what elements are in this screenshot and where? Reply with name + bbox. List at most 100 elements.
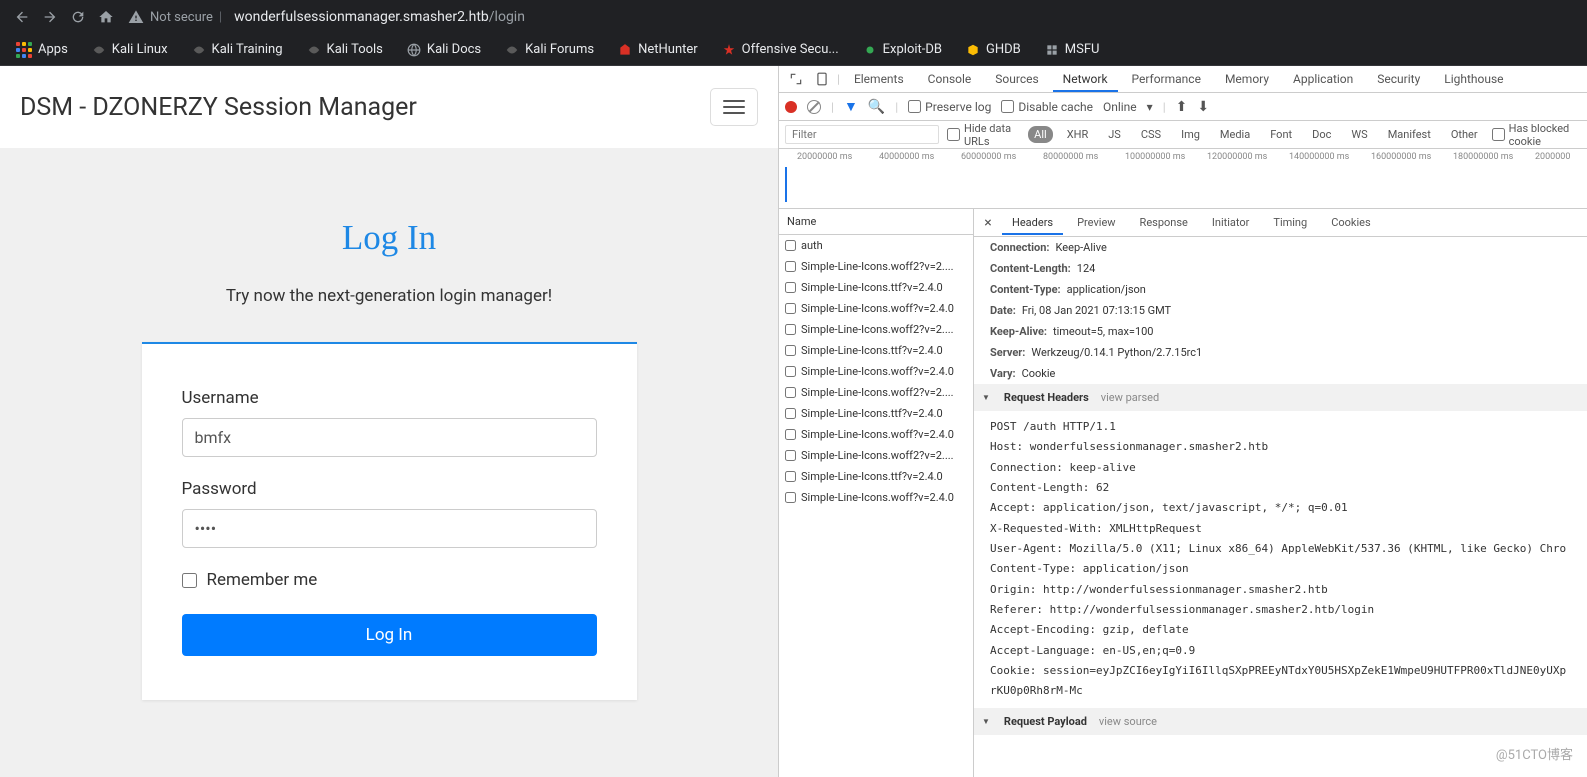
search-icon[interactable]: 🔍 bbox=[868, 99, 885, 115]
request-checkbox[interactable] bbox=[785, 303, 796, 314]
bookmark-offensive[interactable]: Offensive Secu... bbox=[714, 38, 847, 61]
bookmark-kali-training[interactable]: Kali Training bbox=[184, 38, 291, 61]
tab-security[interactable]: Security bbox=[1367, 66, 1430, 92]
tab-sources[interactable]: Sources bbox=[985, 66, 1048, 92]
request-item[interactable]: Simple-Line-Icons.woff2?v=2.... bbox=[779, 382, 973, 403]
tab-performance[interactable]: Performance bbox=[1122, 66, 1211, 92]
detail-tab-headers[interactable]: Headers bbox=[1002, 210, 1063, 235]
filter-css[interactable]: CSS bbox=[1135, 126, 1167, 143]
login-subtitle: Try now the next-generation login manage… bbox=[0, 286, 778, 306]
detail-tab-initiator[interactable]: Initiator bbox=[1202, 210, 1260, 235]
timeline-tick: 60000000 ms bbox=[961, 152, 1016, 162]
request-item[interactable]: Simple-Line-Icons.woff?v=2.4.0 bbox=[779, 361, 973, 382]
request-checkbox[interactable] bbox=[785, 429, 796, 440]
password-input[interactable] bbox=[182, 509, 597, 548]
request-headers-section[interactable]: Request Headers view parsed bbox=[974, 384, 1587, 411]
tab-elements[interactable]: Elements bbox=[844, 66, 914, 92]
request-checkbox[interactable] bbox=[785, 450, 796, 461]
request-item[interactable]: Simple-Line-Icons.ttf?v=2.4.0 bbox=[779, 277, 973, 298]
network-timeline[interactable]: 20000000 ms40000000 ms60000000 ms8000000… bbox=[779, 149, 1587, 209]
request-checkbox[interactable] bbox=[785, 345, 796, 356]
close-icon[interactable]: × bbox=[978, 215, 998, 231]
request-checkbox[interactable] bbox=[785, 387, 796, 398]
tab-lighthouse[interactable]: Lighthouse bbox=[1434, 66, 1513, 92]
filter-img[interactable]: Img bbox=[1175, 126, 1206, 143]
home-button[interactable] bbox=[92, 3, 120, 31]
detail-tab-cookies[interactable]: Cookies bbox=[1321, 210, 1380, 235]
tab-network[interactable]: Network bbox=[1053, 66, 1118, 92]
tab-memory[interactable]: Memory bbox=[1215, 66, 1279, 92]
apps-icon bbox=[16, 42, 32, 58]
filter-xhr[interactable]: XHR bbox=[1061, 126, 1095, 143]
request-item[interactable]: Simple-Line-Icons.woff?v=2.4.0 bbox=[779, 487, 973, 508]
request-checkbox[interactable] bbox=[785, 492, 796, 503]
bookmark-exploit-db[interactable]: Exploit-DB bbox=[855, 38, 950, 61]
upload-icon[interactable]: ⬆ bbox=[1176, 99, 1188, 115]
filter-media[interactable]: Media bbox=[1214, 126, 1256, 143]
device-icon[interactable] bbox=[811, 68, 833, 90]
filter-input[interactable] bbox=[785, 125, 939, 144]
username-input[interactable] bbox=[182, 418, 597, 457]
bookmark-nethunter[interactable]: NetHunter bbox=[610, 38, 706, 61]
filter-js[interactable]: JS bbox=[1102, 126, 1127, 143]
disable-cache-checkbox[interactable] bbox=[1001, 100, 1014, 113]
bookmark-kali-linux[interactable]: Kali Linux bbox=[84, 38, 176, 61]
reload-button[interactable] bbox=[64, 3, 92, 31]
timeline-tick: 180000000 ms bbox=[1453, 152, 1513, 162]
forward-button[interactable] bbox=[36, 3, 64, 31]
request-checkbox[interactable] bbox=[785, 471, 796, 482]
filter-font[interactable]: Font bbox=[1264, 126, 1298, 143]
view-parsed-link[interactable]: view parsed bbox=[1101, 391, 1159, 404]
download-icon[interactable]: ⬇ bbox=[1197, 99, 1209, 115]
request-item[interactable]: Simple-Line-Icons.woff2?v=2.... bbox=[779, 319, 973, 340]
request-checkbox[interactable] bbox=[785, 324, 796, 335]
request-item[interactable]: Simple-Line-Icons.ttf?v=2.4.0 bbox=[779, 340, 973, 361]
request-item[interactable]: Simple-Line-Icons.woff2?v=2.... bbox=[779, 256, 973, 277]
login-button[interactable]: Log In bbox=[182, 614, 597, 656]
request-item[interactable]: Simple-Line-Icons.woff?v=2.4.0 bbox=[779, 298, 973, 319]
bookmark-kali-forums[interactable]: Kali Forums bbox=[497, 38, 602, 61]
inspect-icon[interactable] bbox=[785, 68, 807, 90]
filter-other[interactable]: Other bbox=[1445, 126, 1484, 143]
bookmark-ghdb[interactable]: GHDB bbox=[958, 38, 1029, 61]
request-name: Simple-Line-Icons.ttf?v=2.4.0 bbox=[801, 407, 943, 420]
detail-tab-response[interactable]: Response bbox=[1130, 210, 1198, 235]
tab-console[interactable]: Console bbox=[918, 66, 982, 92]
request-item[interactable]: Simple-Line-Icons.ttf?v=2.4.0 bbox=[779, 466, 973, 487]
preserve-log-checkbox[interactable] bbox=[908, 100, 921, 113]
bookmark-kali-tools[interactable]: Kali Tools bbox=[299, 38, 391, 61]
remember-checkbox[interactable] bbox=[182, 573, 197, 588]
request-item[interactable]: Simple-Line-Icons.ttf?v=2.4.0 bbox=[779, 403, 973, 424]
record-button[interactable] bbox=[785, 101, 797, 113]
request-checkbox[interactable] bbox=[785, 240, 796, 251]
apps-bookmark[interactable]: Apps bbox=[8, 38, 76, 62]
chevron-down-icon[interactable]: ▾ bbox=[1147, 100, 1153, 114]
request-checkbox[interactable] bbox=[785, 408, 796, 419]
has-blocked-checkbox[interactable] bbox=[1492, 128, 1505, 141]
security-indicator[interactable]: Not secure | wonderfulsessionmanager.sma… bbox=[128, 9, 525, 25]
request-item[interactable]: Simple-Line-Icons.woff?v=2.4.0 bbox=[779, 424, 973, 445]
tab-application[interactable]: Application bbox=[1283, 66, 1363, 92]
view-source-link[interactable]: view source bbox=[1099, 715, 1157, 728]
back-button[interactable] bbox=[8, 3, 36, 31]
filter-icon[interactable]: ▼ bbox=[844, 98, 858, 115]
request-checkbox[interactable] bbox=[785, 282, 796, 293]
filter-manifest[interactable]: Manifest bbox=[1382, 126, 1437, 143]
request-item[interactable]: Simple-Line-Icons.woff2?v=2.... bbox=[779, 445, 973, 466]
hamburger-menu[interactable] bbox=[710, 88, 758, 126]
bookmark-msfu[interactable]: MSFU bbox=[1037, 38, 1108, 61]
clear-button[interactable] bbox=[807, 100, 821, 114]
hide-data-urls-checkbox[interactable] bbox=[947, 128, 960, 141]
request-item[interactable]: auth bbox=[779, 235, 973, 256]
detail-tab-timing[interactable]: Timing bbox=[1263, 210, 1317, 235]
request-payload-section[interactable]: Request Payload view source bbox=[974, 708, 1587, 735]
online-selector[interactable]: Online bbox=[1103, 100, 1137, 114]
filter-all[interactable]: All bbox=[1028, 126, 1053, 143]
filter-doc[interactable]: Doc bbox=[1306, 126, 1337, 143]
name-column-header[interactable]: Name bbox=[779, 209, 973, 235]
bookmark-kali-docs[interactable]: Kali Docs bbox=[399, 38, 489, 61]
request-checkbox[interactable] bbox=[785, 366, 796, 377]
request-checkbox[interactable] bbox=[785, 261, 796, 272]
filter-ws[interactable]: WS bbox=[1345, 126, 1373, 143]
detail-tab-preview[interactable]: Preview bbox=[1067, 210, 1125, 235]
